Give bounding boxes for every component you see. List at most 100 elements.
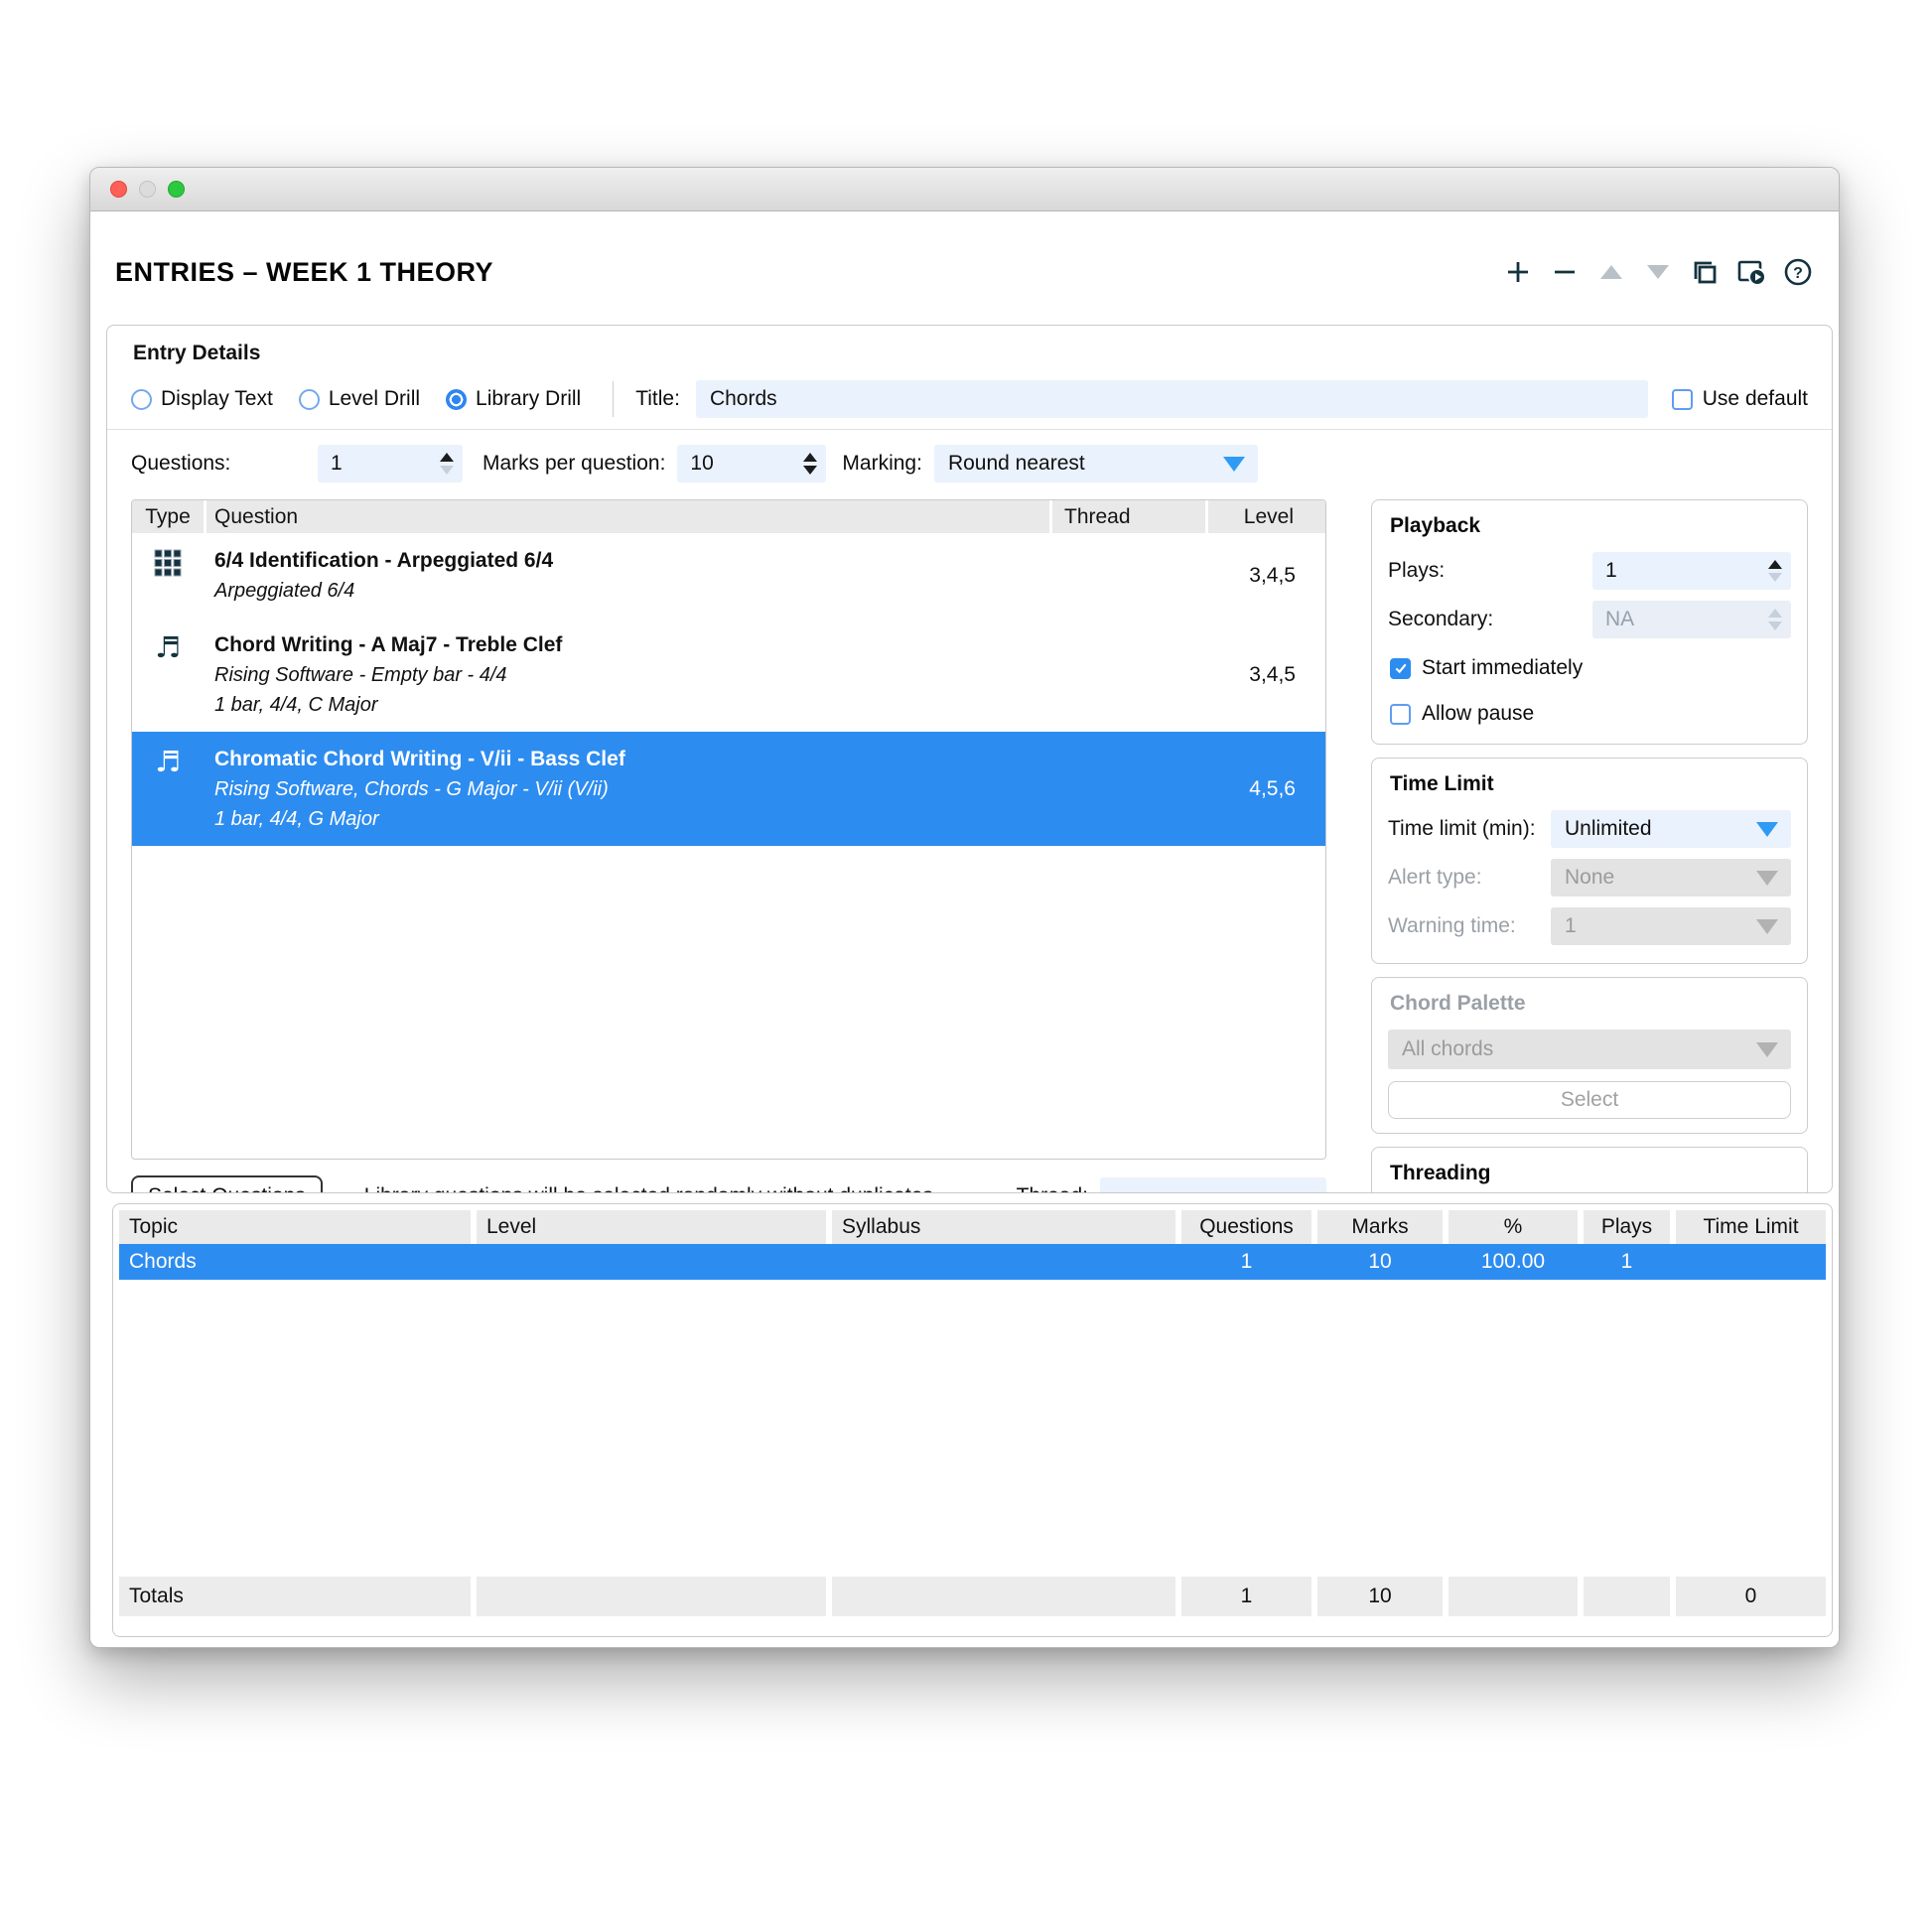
column-header-questions[interactable]: Questions	[1181, 1210, 1311, 1244]
radio-icon[interactable]	[131, 389, 152, 410]
spinner-down-icon[interactable]	[1768, 573, 1782, 582]
radio-library-drill[interactable]: Library Drill	[446, 387, 581, 411]
syllabus-cell	[832, 1244, 1175, 1280]
spinner-up-icon[interactable]	[440, 453, 454, 462]
move-up-icon[interactable]	[1594, 255, 1628, 289]
plays-stepper[interactable]: 1	[1592, 552, 1791, 590]
allow-pause-checkbox[interactable]: Allow pause	[1390, 702, 1791, 726]
select-questions-button[interactable]: Select Questions	[131, 1175, 323, 1193]
radio-display-text-label: Display Text	[161, 387, 273, 411]
column-header-type[interactable]: Type	[132, 500, 204, 533]
question-row[interactable]: ♬ Chord Writing - A Maj7 - Treble Clef R…	[132, 618, 1325, 732]
start-immediately-checkbox[interactable]: Start immediately	[1390, 656, 1791, 680]
question-title: 6/4 Identification - Arpeggiated 6/4	[214, 549, 553, 572]
time-limit-panel: Time Limit Time limit (min): Unlimited A…	[1371, 758, 1808, 964]
alert-type-label: Alert type:	[1388, 866, 1482, 890]
use-default-checkbox[interactable]: Use default	[1672, 387, 1808, 411]
column-header-thread[interactable]: Thread	[1052, 500, 1205, 533]
question-subtitle: 1 bar, 4/4, C Major	[214, 690, 1049, 720]
alert-type-value: None	[1565, 866, 1756, 890]
column-header-time-limit[interactable]: Time Limit	[1676, 1210, 1826, 1244]
alert-type-dropdown: None	[1551, 859, 1791, 897]
column-header-percent[interactable]: %	[1449, 1210, 1578, 1244]
warning-time-dropdown: 1	[1551, 907, 1791, 945]
secondary-stepper: NA	[1592, 601, 1791, 638]
spinner-down-icon[interactable]	[440, 466, 454, 475]
column-header-level[interactable]: Level	[477, 1210, 826, 1244]
checkbox-icon[interactable]	[1672, 389, 1693, 410]
marks-cell: 10	[1317, 1244, 1443, 1280]
question-subtitle: 1 bar, 4/4, G Major	[214, 804, 1049, 834]
close-window-icon[interactable]	[110, 181, 127, 198]
question-row[interactable]: 6/4 Identification - Arpeggiated 6/4 Arp…	[132, 533, 1325, 618]
playback-panel: Playback Plays: 1 Secondary:	[1371, 499, 1808, 745]
totals-time-limit: 0	[1676, 1577, 1826, 1616]
dropdown-arrow-icon	[1756, 1042, 1778, 1057]
secondary-value: NA	[1605, 608, 1768, 631]
music-note-icon: ♬	[155, 747, 181, 776]
radio-selected-icon[interactable]	[446, 389, 467, 410]
zoom-window-icon[interactable]	[168, 181, 185, 198]
radio-level-drill[interactable]: Level Drill	[299, 387, 420, 411]
spinner-up-icon[interactable]	[803, 453, 817, 462]
spinner-up-icon	[1768, 609, 1782, 618]
questions-stepper[interactable]: 1	[318, 445, 463, 483]
spinner-down-icon	[1768, 621, 1782, 630]
page-header: ENTRIES – WEEK 1 THEORY ?	[115, 249, 1815, 295]
column-header-level[interactable]: Level	[1208, 500, 1325, 533]
level-cell	[477, 1244, 826, 1280]
music-note-icon: ♬	[155, 632, 181, 662]
radio-library-drill-label: Library Drill	[476, 387, 581, 411]
select-chords-button: Select	[1388, 1081, 1791, 1119]
thread-cell	[1052, 745, 1205, 834]
help-icon[interactable]: ?	[1781, 255, 1815, 289]
column-header-syllabus[interactable]: Syllabus	[832, 1210, 1175, 1244]
entry-details-heading: Entry Details	[133, 342, 1808, 365]
column-header-marks[interactable]: Marks	[1317, 1210, 1443, 1244]
time-limit-label: Time limit (min):	[1388, 817, 1536, 841]
title-input[interactable]	[696, 380, 1648, 418]
dropdown-arrow-icon	[1756, 871, 1778, 886]
marking-label: Marking:	[842, 452, 922, 476]
totals-empty-cell	[477, 1577, 826, 1616]
spinner-down-icon[interactable]	[803, 466, 817, 475]
level-cell: 3,4,5	[1208, 564, 1325, 588]
move-down-icon[interactable]	[1641, 255, 1675, 289]
checkbox-checked-icon[interactable]	[1390, 658, 1411, 679]
divider	[613, 381, 614, 417]
checkbox-icon[interactable]	[1390, 704, 1411, 725]
radio-icon[interactable]	[299, 389, 320, 410]
summary-table-empty-area	[119, 1280, 1826, 1577]
page-title: ENTRIES – WEEK 1 THEORY	[115, 257, 493, 288]
column-header-topic[interactable]: Topic	[119, 1210, 471, 1244]
remove-icon[interactable]	[1548, 255, 1582, 289]
totals-marks: 10	[1317, 1577, 1443, 1616]
column-header-plays[interactable]: Plays	[1584, 1210, 1670, 1244]
toolbar: ?	[1501, 255, 1815, 289]
radio-display-text[interactable]: Display Text	[131, 387, 273, 411]
start-immediately-label: Start immediately	[1422, 656, 1583, 680]
question-table: Type Question Thread Level	[131, 499, 1326, 1160]
minimize-window-icon[interactable]	[139, 181, 156, 198]
thread-cell	[1052, 630, 1205, 720]
add-icon[interactable]	[1501, 255, 1535, 289]
spinner-up-icon[interactable]	[1768, 560, 1782, 569]
marks-stepper[interactable]: 10	[677, 445, 826, 483]
question-row-selected[interactable]: ♬ Chromatic Chord Writing - V/ii - Bass …	[132, 732, 1325, 846]
marking-dropdown[interactable]: Round nearest	[934, 445, 1258, 483]
playback-heading: Playback	[1390, 514, 1791, 538]
plays-label: Plays:	[1388, 559, 1445, 583]
threading-heading: Threading	[1390, 1162, 1791, 1185]
time-limit-dropdown[interactable]: Unlimited	[1551, 810, 1791, 848]
question-settings-row: Questions: 1 Marks per question: 10 Mark…	[131, 444, 1808, 483]
summary-row-selected[interactable]: Chords 1 10 100.00 1	[119, 1244, 1826, 1280]
thread-input[interactable]	[1100, 1177, 1326, 1193]
column-header-question[interactable]: Question	[207, 500, 1049, 533]
duplicate-icon[interactable]	[1688, 255, 1722, 289]
chord-palette-heading: Chord Palette	[1390, 992, 1791, 1016]
plays-value: 1	[1605, 559, 1768, 583]
summary-table-header: Topic Level Syllabus Questions Marks % P…	[119, 1210, 1826, 1244]
warning-time-value: 1	[1565, 914, 1756, 938]
dropdown-arrow-icon	[1223, 457, 1245, 472]
capture-icon[interactable]	[1734, 255, 1768, 289]
